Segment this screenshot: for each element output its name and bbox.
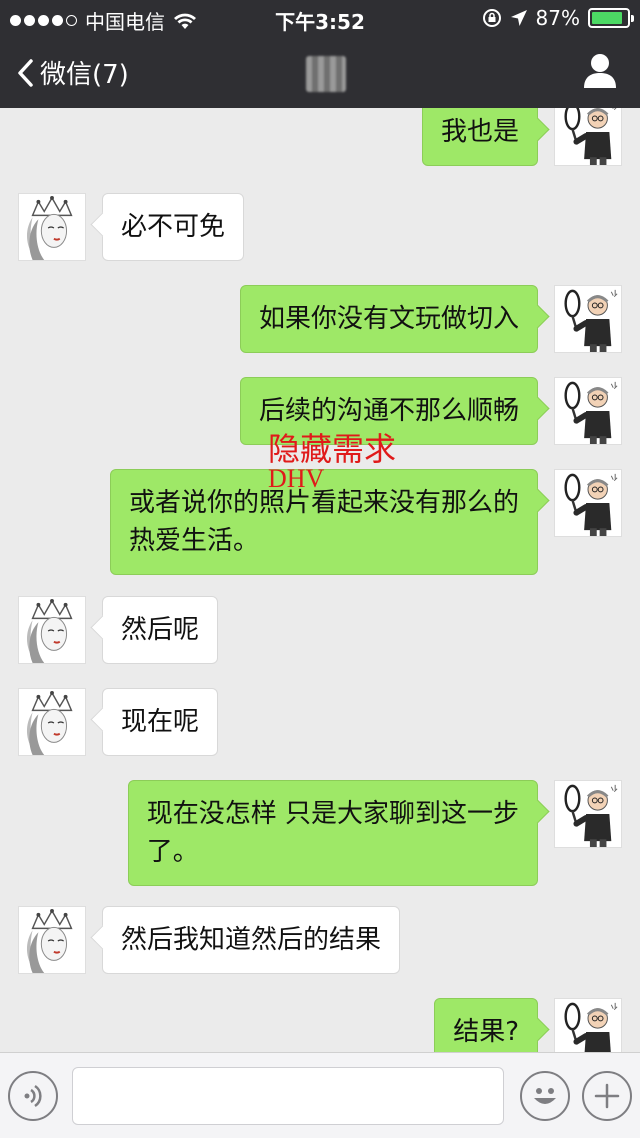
message-bubble[interactable]: 现在没怎样 只是大家聊到这一步 了。 <box>127 780 538 886</box>
message-bubble[interactable]: 结果? <box>434 998 538 1052</box>
message-bubble[interactable]: 然后我知道然后的结果 <box>102 906 401 974</box>
contact-name-redacted <box>306 56 346 92</box>
message-bubble[interactable]: 现在呢 <box>102 688 219 756</box>
status-bar: 中国电信 下午3:52 87% <box>0 0 640 36</box>
back-button[interactable]: 微信(7) <box>16 54 129 91</box>
back-label: 微信(7) <box>40 60 129 90</box>
my-avatar[interactable] <box>554 285 622 353</box>
message-bubble[interactable]: 必不可免 <box>102 193 245 261</box>
voice-icon <box>24 1084 42 1108</box>
nav-bar: 微信(7) <box>0 36 640 108</box>
location-arrow-icon <box>510 10 527 26</box>
chat-area[interactable]: 我也是 必不可免 如果你没有文玩做切入 后续的沟通不那么顺畅 或者说你的照片看起来没有那… <box>0 108 640 1052</box>
my-avatar[interactable] <box>554 998 622 1052</box>
contact-avatar[interactable] <box>18 906 86 974</box>
input-bar <box>0 1052 640 1138</box>
plus-icon <box>594 1083 620 1109</box>
emoji-button[interactable] <box>520 1071 570 1121</box>
contact-avatar[interactable] <box>18 596 86 664</box>
message-bubble[interactable]: 如果你没有文玩做切入 <box>239 285 538 353</box>
battery-percent: 87% <box>535 6 580 30</box>
message-bubble[interactable]: 我也是 <box>421 108 538 166</box>
voice-button[interactable] <box>8 1071 58 1121</box>
my-avatar[interactable] <box>554 108 622 166</box>
rotation-lock-icon <box>482 9 501 27</box>
contact-avatar[interactable] <box>18 193 86 261</box>
contact-avatar[interactable] <box>18 688 86 756</box>
profile-icon[interactable] <box>582 52 618 90</box>
my-avatar[interactable] <box>554 377 622 445</box>
my-avatar[interactable] <box>554 780 622 848</box>
annotation-dhv: DHV <box>268 464 325 493</box>
emoji-icon <box>534 1088 556 1104</box>
battery-icon <box>588 8 634 28</box>
message-bubble[interactable]: 然后呢 <box>102 596 219 664</box>
chevron-left-icon <box>18 58 33 87</box>
my-avatar[interactable] <box>554 469 622 537</box>
message-input[interactable] <box>72 1067 504 1125</box>
top-bar: 中国电信 下午3:52 87% 微信(7) <box>0 0 640 108</box>
more-button[interactable] <box>582 1071 632 1121</box>
